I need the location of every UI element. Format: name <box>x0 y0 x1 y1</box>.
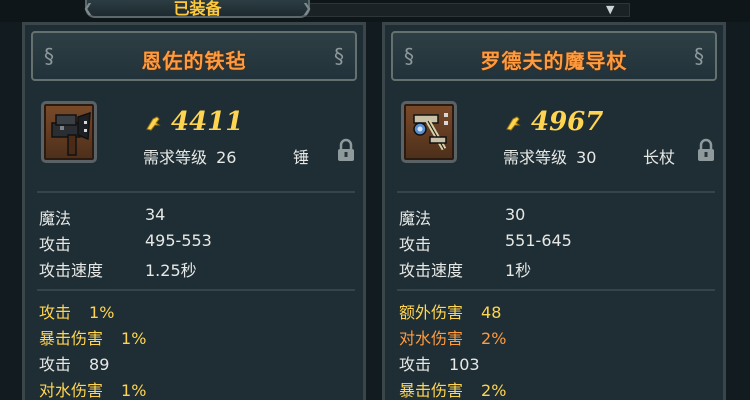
ornament-right-icon: ❯ <box>301 1 312 15</box>
divider <box>37 191 355 193</box>
bonus-label: 攻击 <box>39 355 72 374</box>
stat-label: 魔法 <box>399 209 432 228</box>
requirement-row: 需求等级 30 长杖 <box>503 144 675 168</box>
stat-label: 攻击速度 <box>39 261 104 280</box>
stat-row-magic: 魔法 34 <box>39 205 165 228</box>
item-card-equipped: § 恩佐的铁毡 § 4411 需求等级 26 锤 魔法 34 攻击 495-55… <box>22 22 366 400</box>
bonus-row: 攻击 103 <box>399 351 480 375</box>
stat-value: 34 <box>145 205 166 224</box>
required-level-label: 需求等级 <box>503 148 568 167</box>
bonus-label: 暴击伤害 <box>39 329 104 348</box>
divider <box>397 289 715 291</box>
coin-icon <box>506 116 521 131</box>
divider <box>397 191 715 193</box>
flourish-right-icon: § <box>334 44 344 68</box>
bonus-label: 攻击 <box>399 355 432 374</box>
bonus-value: 89 <box>89 355 110 374</box>
bonus-label: 额外伤害 <box>399 303 464 322</box>
stat-value: 1秒 <box>505 261 532 280</box>
item-name-header: § 恩佐的铁毡 § <box>31 31 357 81</box>
bonus-row: 暴击伤害 2% <box>399 377 506 400</box>
item-name: 罗德夫的魔导杖 <box>480 49 628 73</box>
stat-row-magic: 魔法 30 <box>399 205 525 228</box>
lock-icon[interactable] <box>697 138 715 162</box>
bonus-row: 攻击 89 <box>39 351 109 375</box>
bonus-row: 额外伤害 48 <box>399 299 501 323</box>
bonus-value: 1% <box>121 381 147 400</box>
bonus-value: 2% <box>481 381 507 400</box>
bonus-row: 暴击伤害 1% <box>39 325 146 349</box>
dropdown-bar[interactable] <box>300 3 630 17</box>
staff-icon[interactable] <box>401 101 457 163</box>
stat-value: 1.25秒 <box>145 261 197 280</box>
stat-row-attack-speed: 攻击速度 1.25秒 <box>39 257 197 280</box>
equipped-tab-label: 已装备 <box>173 0 222 18</box>
bonus-label: 暴击伤害 <box>399 381 464 400</box>
item-price: 4967 <box>531 107 604 137</box>
item-name: 恩佐的铁毡 <box>141 49 247 73</box>
stat-value: 551-645 <box>505 231 572 250</box>
hammer-icon[interactable] <box>41 101 97 163</box>
bonus-value: 1% <box>121 329 147 348</box>
requirement-row: 需求等级 26 锤 <box>143 144 309 168</box>
stat-label: 攻击速度 <box>399 261 464 280</box>
weapon-type: 锤 <box>293 148 310 167</box>
stat-label: 魔法 <box>39 209 72 228</box>
equipped-tab[interactable]: ❮ 已装备 ❯ <box>83 0 312 18</box>
stat-label: 攻击 <box>39 235 72 254</box>
stat-value: 30 <box>505 205 526 224</box>
bonus-row: 攻击 1% <box>39 299 114 323</box>
coin-icon <box>146 116 161 131</box>
weapon-type: 长杖 <box>643 148 676 167</box>
bonus-value: 48 <box>481 303 502 322</box>
bonus-label: 攻击 <box>39 303 72 322</box>
item-name-header: § 罗德夫的魔导杖 § <box>391 31 717 81</box>
divider <box>37 289 355 291</box>
bonus-label: 对水伤害 <box>399 329 464 348</box>
dropdown-arrow-icon[interactable]: ▼ <box>606 3 614 16</box>
item-card-compare: § 罗德夫的魔导杖 § 4967 需求等级 30 长杖 魔法 30 攻击 551… <box>382 22 726 400</box>
lock-icon[interactable] <box>337 138 355 162</box>
stat-row-attack-speed: 攻击速度 1秒 <box>399 257 531 280</box>
bonus-label: 对水伤害 <box>39 381 104 400</box>
required-level-value: 30 <box>576 148 597 167</box>
stat-row-attack: 攻击 551-645 <box>399 231 572 254</box>
bonus-value: 2% <box>481 329 507 348</box>
bonus-value: 103 <box>449 355 480 374</box>
bonus-value: 1% <box>89 303 115 322</box>
stat-value: 495-553 <box>145 231 212 250</box>
bonus-row: 对水伤害 2% <box>399 325 506 349</box>
item-price: 4411 <box>171 107 244 137</box>
stat-label: 攻击 <box>399 235 432 254</box>
flourish-right-icon: § <box>694 44 704 68</box>
bonus-row: 对水伤害 1% <box>39 377 146 400</box>
required-level-label: 需求等级 <box>143 148 208 167</box>
required-level-value: 26 <box>216 148 237 167</box>
stat-row-attack: 攻击 495-553 <box>39 231 212 254</box>
